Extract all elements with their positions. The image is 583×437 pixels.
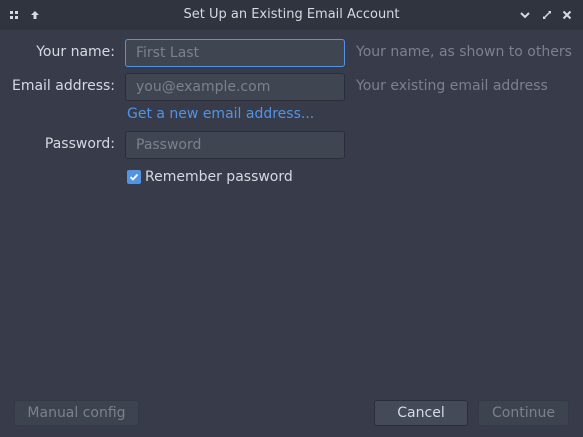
close-icon[interactable] (559, 7, 575, 23)
title-bar[interactable]: Set Up an Existing Email Account (0, 0, 583, 30)
remember-password-row[interactable]: Remember password (127, 168, 293, 186)
minimize-icon[interactable] (517, 7, 533, 23)
checkmark-icon (129, 173, 139, 181)
continue-button[interactable]: Continue (478, 400, 569, 426)
cancel-button[interactable]: Cancel (374, 400, 468, 426)
password-input[interactable] (125, 131, 345, 159)
email-label: Email address: (11, 78, 115, 94)
name-label: Your name: (36, 44, 115, 60)
get-new-email-link[interactable]: Get a new email address... (127, 106, 314, 122)
password-label: Password: (44, 136, 115, 152)
name-input[interactable] (125, 39, 345, 67)
remember-password-label: Remember password (145, 169, 293, 185)
remember-password-checkbox[interactable] (127, 170, 141, 184)
account-setup-window: Set Up an Existing Email Account Your na… (0, 0, 583, 437)
manual-config-button[interactable]: Manual config (14, 400, 139, 426)
email-hint: Your existing email address (356, 78, 548, 94)
name-hint: Your name, as shown to others (356, 44, 572, 60)
window-title: Set Up an Existing Email Account (183, 7, 400, 22)
maximize-icon[interactable] (539, 7, 555, 23)
email-input[interactable] (125, 73, 345, 101)
